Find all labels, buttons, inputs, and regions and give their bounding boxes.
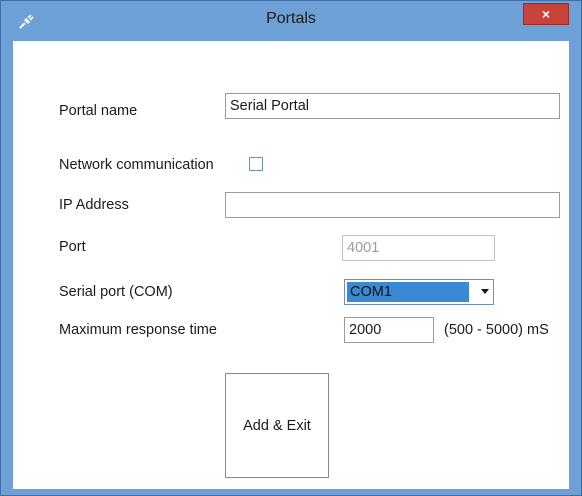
serial-port-selected-value: COM1 — [347, 282, 469, 302]
portal-name-label: Portal name — [59, 103, 138, 119]
window-title: Portals — [266, 10, 316, 27]
serial-port-label: Serial port (COM) — [59, 284, 173, 300]
max-response-time-label: Maximum response time — [59, 322, 217, 338]
ip-address-label: IP Address — [59, 197, 129, 213]
response-time-range-hint: (500 - 5000) mS — [444, 322, 549, 338]
network-communication-label: Network communication — [59, 157, 214, 173]
chevron-down-icon[interactable] — [481, 289, 489, 294]
title-bar[interactable]: Portals × — [1, 1, 581, 41]
network-communication-checkbox[interactable] — [249, 157, 263, 171]
portal-name-input[interactable] — [225, 93, 560, 119]
dialog-body: Portal name Network communication IP Add… — [13, 41, 569, 489]
serial-port-select[interactable]: COM1 — [344, 279, 494, 305]
port-label: Port — [59, 239, 86, 255]
max-response-time-input[interactable] — [344, 317, 434, 343]
portals-dialog: Portals × Portal name Network communicat… — [0, 0, 582, 496]
ip-address-input[interactable] — [225, 192, 560, 218]
add-exit-button[interactable]: Add & Exit — [225, 373, 329, 478]
close-button[interactable]: × — [523, 3, 569, 25]
port-input[interactable] — [342, 235, 495, 261]
